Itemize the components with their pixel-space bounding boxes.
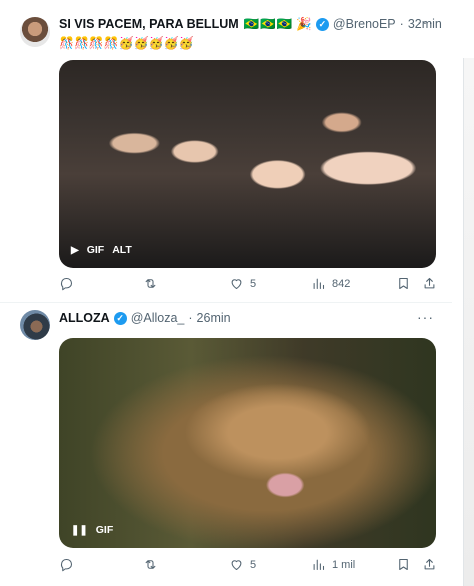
views-count: 1 mil (332, 558, 356, 571)
tweet-header: ALLOZA ✓ @Alloza_ · 26min (59, 308, 231, 328)
verified-badge-icon: ✓ (113, 311, 127, 325)
views-button[interactable]: 842 (311, 276, 350, 291)
verified-badge-icon: ✓ (315, 17, 329, 31)
views-icon (313, 278, 325, 290)
tweet-header: SI VIS PACEM, PARA BELLUM 🇧🇷🇧🇷🇧🇷 🎉 ✓ @Br… (59, 14, 442, 34)
reply-icon (60, 558, 73, 572)
timeline: SI VIS PACEM, PARA BELLUM 🇧🇷🇧🇷🇧🇷 🎉 ✓ @Br… (0, 0, 452, 586)
handle[interactable]: @BrenoEP (333, 17, 396, 31)
alt-label[interactable]: ALT (112, 244, 132, 256)
tweet-actions: 5 1 mil (59, 557, 439, 575)
gif-label: GIF (86, 244, 105, 256)
pause-icon[interactable]: ❚❚ (71, 525, 88, 536)
play-icon[interactable]: ▶ (71, 245, 79, 256)
separator: · (399, 17, 404, 31)
gif-media[interactable]: ❚❚ GIF (59, 338, 436, 548)
like-button[interactable]: 5 (229, 557, 256, 572)
retweet-icon (145, 279, 156, 288)
display-name[interactable]: ALLOZA (59, 311, 110, 325)
retweet-button[interactable] (143, 557, 164, 572)
bookmark-button[interactable] (396, 557, 411, 572)
handle[interactable]: @Alloza_ (131, 311, 185, 325)
views-count: 842 (332, 277, 351, 290)
media-badge: ❚❚ GIF (71, 524, 113, 536)
avatar[interactable] (20, 310, 50, 340)
reply-button[interactable] (59, 557, 80, 572)
bookmark-icon (399, 558, 408, 571)
adjacent-panel-edge (463, 58, 474, 586)
reply-button[interactable] (59, 276, 80, 291)
heart-icon (231, 279, 242, 290)
right-gutter (452, 0, 463, 586)
separator: · (188, 311, 193, 325)
flag-emojis: 🇧🇷🇧🇷🇧🇷 (243, 16, 294, 31)
reply-icon (60, 277, 73, 291)
like-count: 5 (250, 558, 257, 571)
gif-media[interactable]: ▶ GIF ALT (59, 60, 436, 268)
share-button[interactable] (422, 557, 437, 572)
more-icon[interactable]: ··· (417, 14, 434, 30)
like-button[interactable]: 5 (229, 276, 256, 291)
retweet-button[interactable] (143, 276, 164, 291)
tweet-text: 🎊🎊🎊🎊🥳🥳🥳🥳🥳 (59, 36, 194, 50)
timestamp[interactable]: 26min (197, 311, 231, 325)
more-icon[interactable]: ··· (417, 309, 434, 325)
display-name[interactable]: SI VIS PACEM, PARA BELLUM (59, 17, 239, 31)
share-icon (424, 558, 435, 570)
share-button[interactable] (422, 276, 437, 291)
media-badge: ▶ GIF ALT (71, 244, 132, 256)
retweet-icon (145, 560, 156, 569)
bookmark-icon (399, 277, 408, 290)
views-icon (313, 559, 325, 571)
share-icon (424, 277, 435, 289)
party-emoji: 🎉 (296, 16, 312, 31)
like-count: 5 (250, 277, 257, 290)
gif-label: GIF (95, 524, 114, 536)
views-button[interactable]: 1 mil (311, 557, 355, 572)
avatar[interactable] (20, 17, 50, 47)
heart-icon (231, 560, 242, 571)
bookmark-button[interactable] (396, 276, 411, 291)
tweet-actions: 5 842 (59, 276, 439, 294)
tweet-card[interactable]: SI VIS PACEM, PARA BELLUM 🇧🇷🇧🇷🇧🇷 🎉 ✓ @Br… (0, 0, 452, 303)
